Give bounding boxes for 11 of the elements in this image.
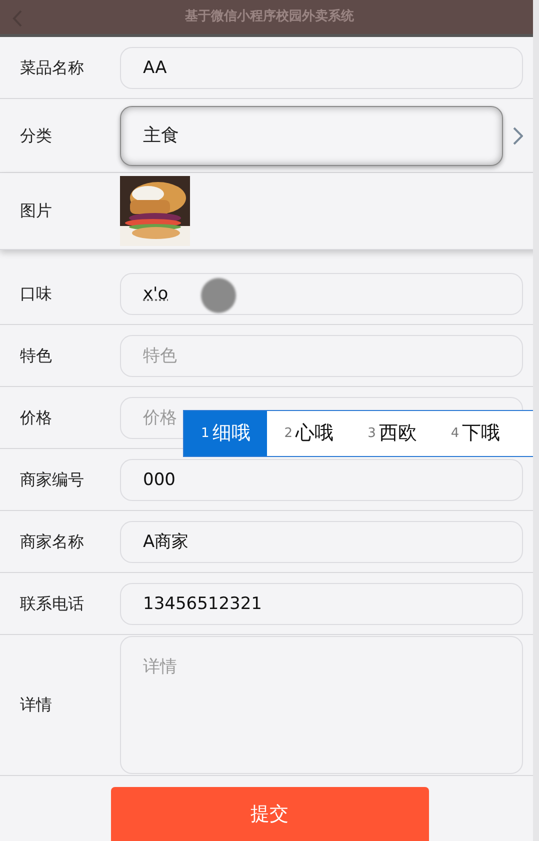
window-title: 基于微信小程序校园外卖系统 <box>185 8 354 26</box>
field-label: 商家名称 <box>20 530 85 552</box>
field-label: 联系电话 <box>20 592 85 614</box>
field-label: 分类 <box>20 124 53 146</box>
field-label: 菜品名称 <box>20 56 85 78</box>
field-label: 特色 <box>20 344 53 366</box>
field-label: 商家编号 <box>20 468 85 490</box>
field-label: 图片 <box>20 200 53 222</box>
field-label: 价格 <box>20 406 53 428</box>
field-label: 口味 <box>20 282 53 304</box>
field-label: 详情 <box>20 694 53 716</box>
